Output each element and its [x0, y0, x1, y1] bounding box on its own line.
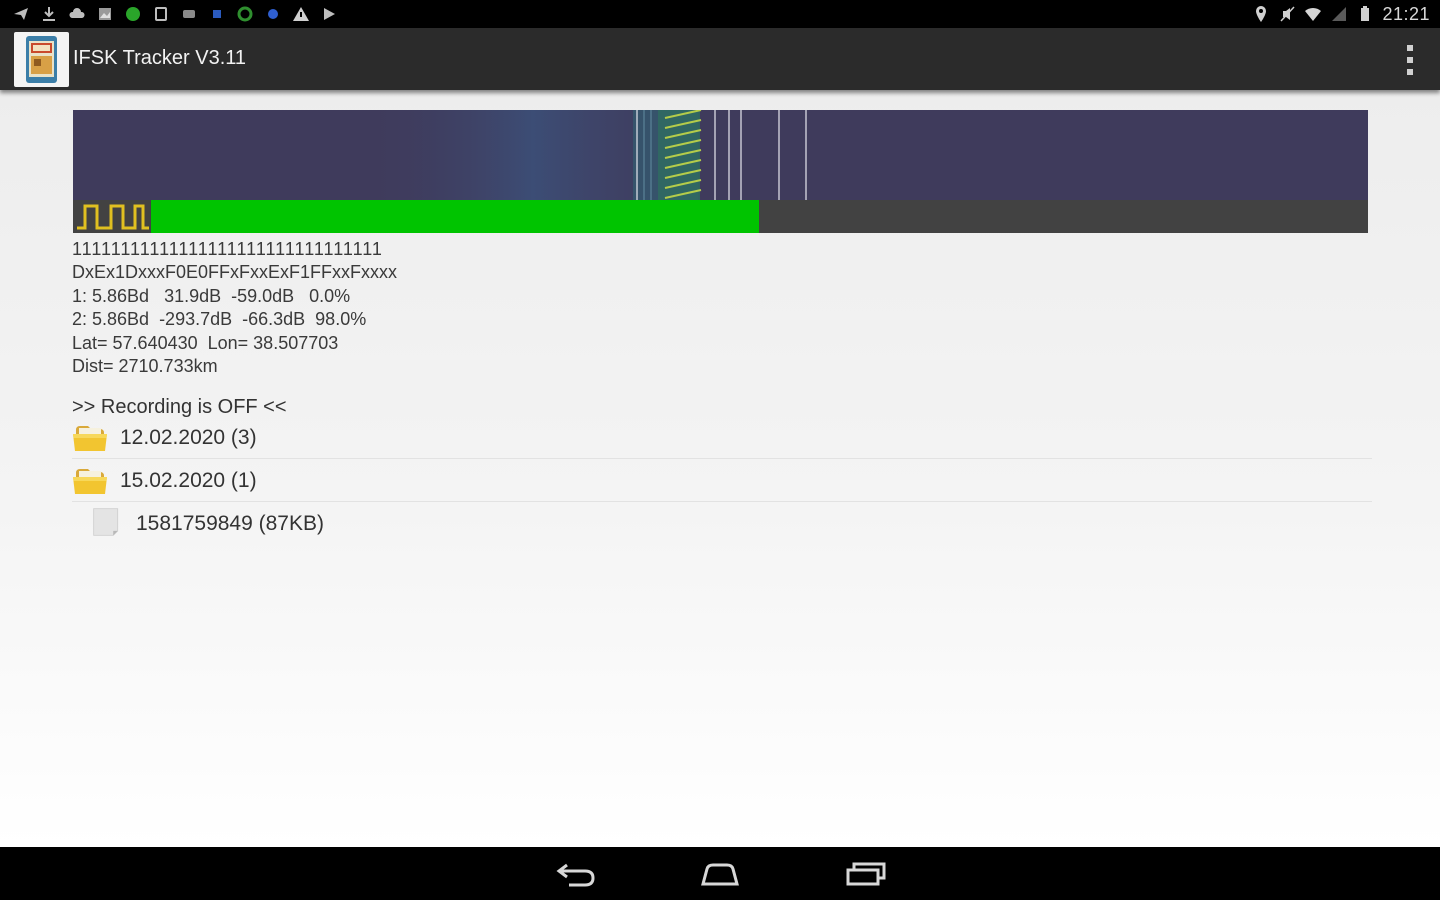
cloud-icon — [69, 8, 85, 18]
clock: 21:21 — [1382, 3, 1430, 24]
app-logo-icon — [26, 36, 57, 83]
wifi-icon — [1305, 7, 1322, 21]
sd-card-icon — [155, 7, 167, 21]
file-label: 1581759849 (87KB) — [136, 512, 324, 535]
folder-icon — [73, 469, 107, 494]
more-vertical-icon — [1407, 45, 1413, 51]
blue-dot-icon — [268, 9, 278, 19]
cast-icon — [183, 10, 195, 18]
folder-label: 12.02.2020 (3) — [120, 426, 257, 449]
channel-2-stats: 2: 5.86Bd -293.7dB -66.3dB 98.0% — [72, 309, 367, 330]
distance-readout: Dist= 2710.733km — [72, 356, 218, 377]
notification-icons — [12, 4, 338, 24]
signal-level-fill — [151, 200, 759, 233]
blue-square-icon — [213, 10, 221, 18]
navigation-bar — [0, 847, 1440, 900]
recordings-list: 12.02.2020 (3) 15.02.2020 (1) 1581759849… — [72, 416, 1372, 544]
signal-icon — [1332, 7, 1347, 21]
folder-item[interactable]: 15.02.2020 (1) — [72, 459, 1372, 502]
green-ring-icon — [237, 6, 253, 22]
download-icon — [43, 7, 55, 21]
recents-icon[interactable] — [845, 859, 887, 887]
back-icon[interactable] — [555, 859, 597, 887]
main-content: 11111111111111111111111111111111 DxEx1Dx… — [0, 90, 1440, 847]
status-bar: 21:21 — [0, 0, 1440, 28]
spectrum-waterfall — [73, 110, 1368, 200]
folder-label: 15.02.2020 (1) — [120, 469, 257, 492]
play-icon — [324, 8, 335, 20]
position-readout: Lat= 57.640430 Lon= 38.507703 — [72, 332, 339, 353]
overflow-menu-button[interactable] — [1402, 45, 1418, 75]
signal-level-bar — [73, 200, 1368, 233]
folder-item[interactable]: 12.02.2020 (3) — [72, 416, 1372, 459]
decode-info: 11111111111111111111111111111111 DxEx1Dx… — [72, 238, 397, 378]
file-item[interactable]: 1581759849 (87KB) — [72, 502, 1372, 544]
action-bar: IFSK Tracker V3.11 — [0, 28, 1440, 90]
app-title: IFSK Tracker V3.11 — [73, 47, 247, 69]
home-icon[interactable] — [699, 859, 741, 887]
photo-icon — [99, 8, 111, 20]
bit-stream: 11111111111111111111111111111111 — [72, 239, 383, 259]
folder-icon — [73, 426, 107, 451]
hex-stream: DxEx1DxxxF0E0FFxFxxExF1FFxxFxxxx — [72, 262, 398, 283]
green-circle-icon — [126, 7, 140, 21]
mute-icon — [1280, 6, 1296, 22]
channel-1-stats: 1: 5.86Bd 31.9dB -59.0dB 0.0% — [72, 285, 351, 306]
file-icon — [93, 508, 119, 536]
send-icon — [14, 8, 28, 20]
waveform-icon — [77, 204, 149, 230]
waterfall-graphic — [73, 110, 1368, 200]
location-icon — [1256, 6, 1267, 22]
battery-icon — [1361, 6, 1370, 21]
app-icon[interactable] — [14, 32, 69, 87]
system-icons: 21:21 — [1252, 3, 1430, 25]
warning-icon — [293, 7, 309, 21]
